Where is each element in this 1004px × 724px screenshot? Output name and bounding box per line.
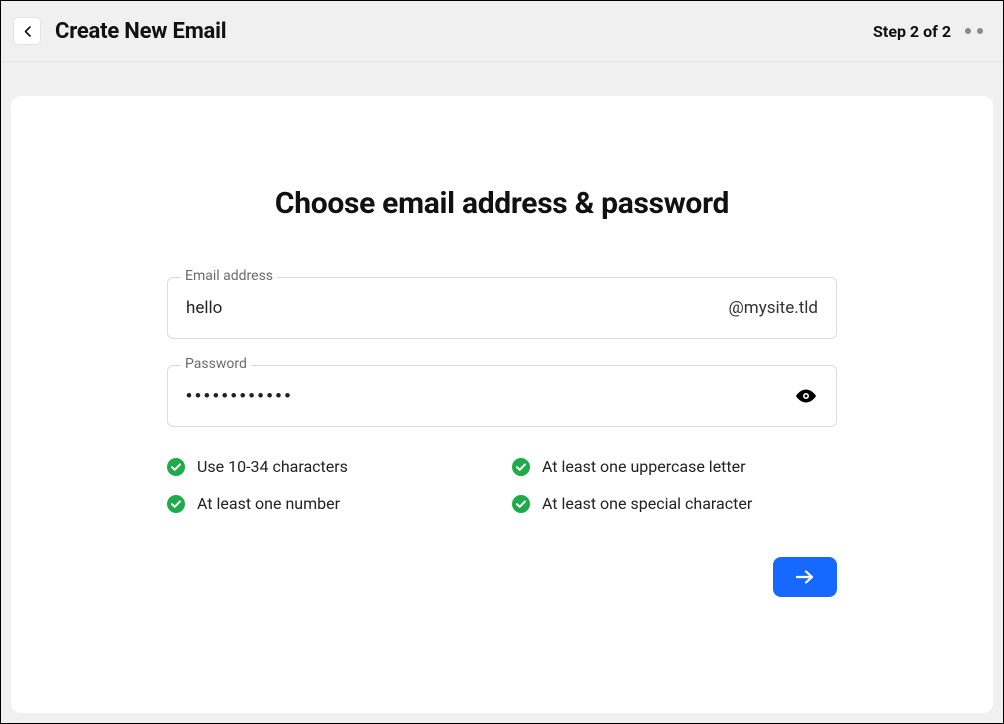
step-dots: [965, 28, 983, 34]
rule-item: At least one uppercase letter: [512, 457, 837, 476]
page-header: Create New Email Step 2 of 2: [1, 1, 1003, 62]
email-label: Email address: [181, 268, 277, 284]
chevron-left-icon: [24, 26, 31, 37]
check-circle-icon: [512, 495, 530, 513]
check-circle-icon: [167, 458, 185, 476]
show-password-button[interactable]: [794, 384, 818, 408]
card-title: Choose email address & password: [71, 186, 933, 221]
eye-icon: [794, 384, 818, 408]
rule-text: At least one number: [197, 494, 340, 513]
rule-item: At least one special character: [512, 494, 837, 513]
rule-text: At least one uppercase letter: [542, 457, 746, 476]
page-title: Create New Email: [55, 19, 226, 44]
password-field[interactable]: [167, 365, 837, 427]
step-dot: [977, 28, 983, 34]
password-field-wrapper: Password: [167, 365, 837, 427]
check-circle-icon: [512, 458, 530, 476]
rule-item: Use 10-34 characters: [167, 457, 492, 476]
rule-item: At least one number: [167, 494, 492, 513]
back-button[interactable]: [13, 17, 41, 45]
password-input[interactable]: [186, 386, 794, 406]
password-label: Password: [181, 356, 251, 372]
email-field-wrapper: Email address @mysite.tld: [167, 277, 837, 339]
check-circle-icon: [167, 495, 185, 513]
email-field[interactable]: @mysite.tld: [167, 277, 837, 339]
arrow-right-icon: [796, 570, 814, 584]
next-button[interactable]: [773, 557, 837, 597]
email-input[interactable]: [186, 298, 729, 318]
password-rules: Use 10-34 characters At least one upperc…: [167, 457, 837, 513]
rule-text: Use 10-34 characters: [197, 457, 348, 476]
email-domain: @mysite.tld: [729, 298, 818, 318]
step-dot: [965, 28, 971, 34]
rule-text: At least one special character: [542, 494, 752, 513]
form-card: Choose email address & password Email ad…: [11, 96, 993, 713]
step-indicator: Step 2 of 2: [873, 22, 951, 41]
